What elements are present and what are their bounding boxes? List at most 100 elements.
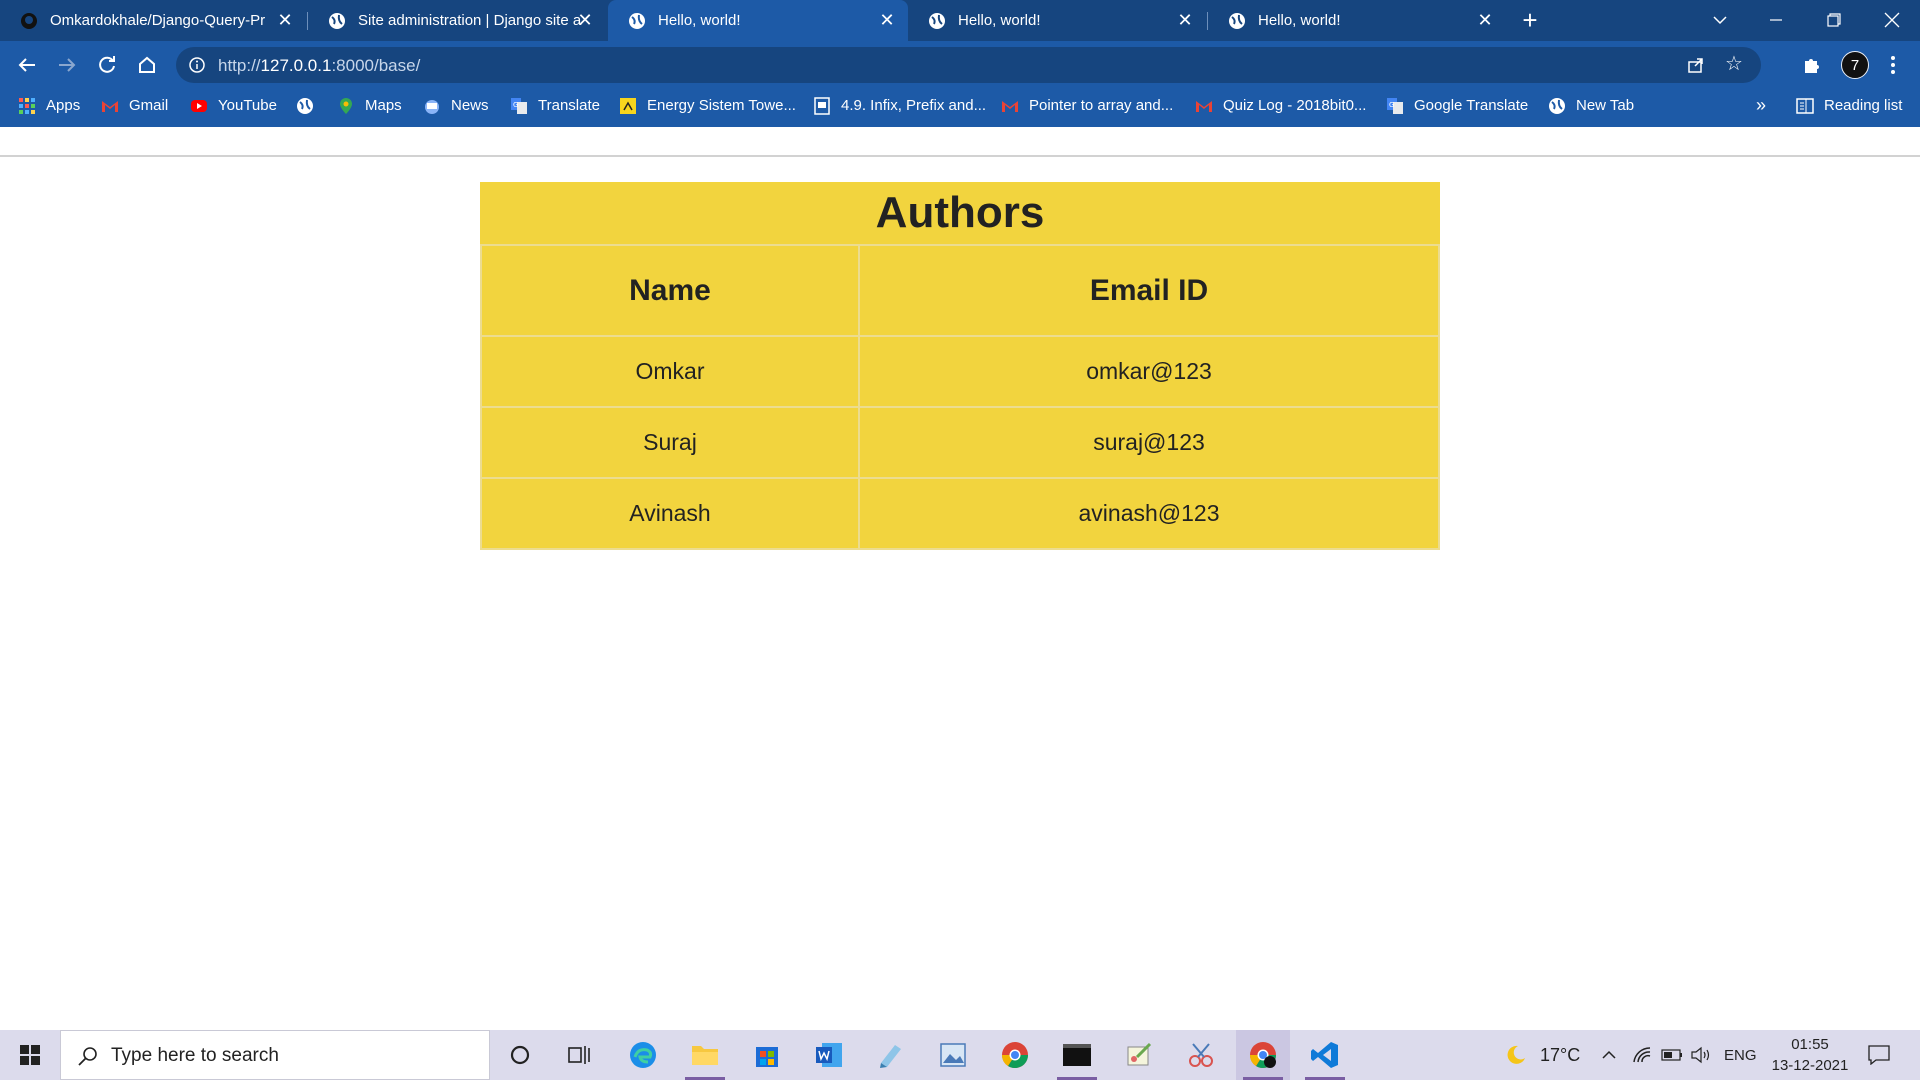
tab-hello-world[interactable]: Hello, world! ✕ [908,0,1206,41]
new-tab-button[interactable]: + [1517,7,1543,34]
tab-strip: Omkardokhale/Django-Query-Pr ✕ Site admi… [0,0,1920,41]
folder-icon [692,1046,718,1065]
url-text[interactable]: http://127.0.0.1:8000/base/ [218,56,420,76]
extensions-button[interactable] [1799,52,1825,78]
taskbar-notepad-app[interactable] [864,1030,918,1080]
tab-hello-world[interactable]: Hello, world! ✕ [1208,0,1506,41]
bookmark-pointer[interactable]: Pointer to array and... [1001,89,1173,122]
bookmark-globe[interactable] [296,89,324,122]
close-icon[interactable]: ✕ [576,11,594,29]
browser-toolbar: http://127.0.0.1:8000/base/ ☆ 7 [0,41,1920,89]
store-icon [756,1047,778,1067]
svg-text:G: G [513,101,518,109]
taskbar-word[interactable] [802,1030,856,1080]
bookmark-label: Gmail [129,97,169,114]
close-window-button[interactable] [1864,0,1920,40]
taskbar-file-explorer[interactable] [678,1030,732,1080]
bookmark-label: New Tab [1576,97,1635,114]
author-email-cell: avinash@123 [858,477,1440,550]
tab-hello-world-active[interactable]: Hello, world! ✕ [608,0,908,41]
cortana-button[interactable] [493,1030,547,1080]
bookmark-label: Pointer to array and... [1029,97,1174,114]
reading-list-icon [1796,97,1814,114]
clock-time: 01:55 [1791,1036,1829,1053]
reading-list-button[interactable]: Reading list [1796,89,1902,122]
clock[interactable]: 01:55 13-12-2021 [1762,1034,1858,1076]
battery-button[interactable] [1661,1030,1683,1080]
close-icon[interactable]: ✕ [1176,11,1194,29]
home-button[interactable] [134,52,160,78]
github-icon [21,12,37,29]
reload-icon [99,56,115,73]
minimize-button[interactable] [1748,0,1804,40]
taskbar-snipping-tool[interactable] [1174,1030,1228,1080]
terminal-icon [1063,1044,1091,1066]
windows-taskbar: Type here to search 17°C ENG 01:55 13-12… [0,1030,1920,1080]
notifications-button[interactable] [1868,1030,1890,1080]
restore-button[interactable] [1806,0,1862,40]
taskbar-photos[interactable] [926,1030,980,1080]
bookmark-maps[interactable]: Maps [337,89,402,122]
weather-widget[interactable]: 17°C [1504,1030,1580,1080]
network-button[interactable] [1632,1030,1652,1080]
authors-table: Authors Name Email ID Omkar omkar@123 Su… [480,182,1440,550]
bookmark-quiz-log[interactable]: Quiz Log - 2018bit0... [1195,89,1366,122]
taskbar-search-box[interactable]: Type here to search [60,1030,490,1080]
tab-title: Hello, world! [658,12,741,29]
show-hidden-icons-button[interactable] [1601,1030,1617,1080]
taskbar-paint[interactable] [1112,1030,1166,1080]
author-email-cell: omkar@123 [858,335,1440,408]
bookmark-label: Energy Sistem Towe... [647,97,796,114]
menu-button[interactable] [1880,52,1906,78]
bookmark-star-icon[interactable]: ☆ [1723,53,1745,75]
vscode-icon [1311,1042,1338,1068]
bookmark-new-tab[interactable]: New Tab [1548,89,1634,122]
tab-title: Hello, world! [1258,12,1341,29]
taskbar-vscode[interactable] [1298,1030,1352,1080]
gmail-icon [102,100,118,112]
bookmark-energy-sistem[interactable]: Energy Sistem Towe... [619,89,796,122]
share-icon[interactable] [1687,56,1705,74]
bookmark-news[interactable]: News [423,89,489,122]
tab-search-button[interactable] [1692,0,1748,40]
tab-github[interactable]: Omkardokhale/Django-Query-Pr ✕ [0,0,306,41]
task-view-icon [568,1046,590,1064]
forward-arrow-icon [59,58,76,72]
info-icon[interactable] [188,56,206,74]
close-icon[interactable]: ✕ [276,11,294,29]
task-view-button[interactable] [552,1030,606,1080]
back-button[interactable] [14,52,40,78]
bookmark-google-translate[interactable]: G Google Translate [1386,89,1528,122]
close-icon[interactable]: ✕ [1476,11,1494,29]
home-icon [139,56,155,73]
taskbar-chrome-profile[interactable] [988,1030,1042,1080]
close-icon[interactable]: ✕ [878,11,896,29]
document-icon [814,96,830,115]
taskbar-store[interactable] [740,1030,794,1080]
profile-avatar[interactable]: 7 [1841,51,1869,79]
scissors-icon [1189,1043,1213,1067]
taskbar-chrome-active[interactable] [1236,1030,1290,1080]
address-bar[interactable]: http://127.0.0.1:8000/base/ ☆ [176,47,1761,83]
reload-button[interactable] [94,52,120,78]
bookmark-apps[interactable]: Apps [18,89,80,122]
volume-button[interactable] [1690,1030,1712,1080]
taskbar-edge[interactable] [616,1030,670,1080]
bookmark-gmail[interactable]: Gmail [101,89,168,122]
youtube-icon [191,99,207,112]
tab-django-admin[interactable]: Site administration | Django site a ✕ [308,0,606,41]
gmail-icon [1196,100,1212,112]
forward-button[interactable] [54,52,80,78]
notepad-icon [880,1045,901,1068]
taskbar-terminal[interactable] [1050,1030,1104,1080]
chevron-down-icon [1713,16,1727,25]
bookmark-youtube[interactable]: YouTube [190,89,277,122]
language-indicator[interactable]: ENG [1724,1030,1757,1080]
bookmark-translate[interactable]: G Translate [510,89,600,122]
more-bookmarks-button[interactable]: » [1756,89,1766,122]
globe-icon [329,12,345,29]
author-name-cell: Omkar [480,335,860,408]
word-icon [816,1043,842,1067]
start-button[interactable] [0,1030,60,1080]
bookmark-infix[interactable]: 4.9. Infix, Prefix and... [813,89,986,122]
